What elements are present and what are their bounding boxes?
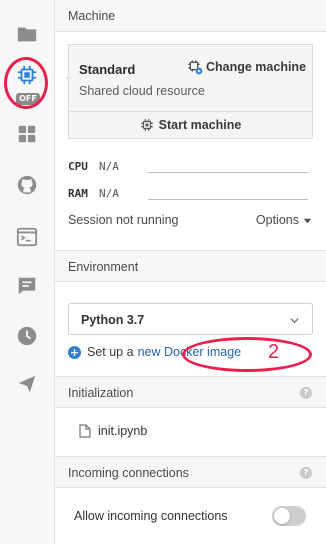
init-file-name: init.ipynb (98, 424, 148, 438)
environment-selected: Python 3.7 (81, 313, 145, 327)
options-label: Options (255, 213, 299, 227)
options-dropdown[interactable]: Options (256, 213, 312, 227)
init-file-item[interactable]: init.ipynb (79, 424, 147, 438)
change-machine-button[interactable]: Change machine (187, 57, 306, 77)
machine-panel: Machine Standard Shared cloud resource C… (55, 0, 326, 544)
send-icon (18, 375, 36, 393)
cpu-meter (148, 172, 308, 173)
github-rail-button[interactable] (0, 165, 54, 205)
github-icon (17, 175, 37, 195)
clock-icon (17, 326, 37, 346)
apps-rail-button[interactable] (0, 114, 54, 154)
allow-incoming-toggle[interactable] (272, 506, 306, 526)
toggle-knob (274, 508, 290, 524)
machine-type: Standard (79, 62, 136, 77)
cpu-value: N/A (99, 160, 119, 173)
activity-rail: OFF (0, 0, 55, 544)
help-icon[interactable]: ? (300, 467, 312, 479)
change-machine-icon (188, 60, 203, 75)
publish-rail-button[interactable] (0, 364, 54, 404)
environment-select[interactable]: Python 3.7 (68, 303, 313, 335)
annotation-circle-1 (4, 57, 48, 109)
plus-circle-icon[interactable]: + (68, 345, 81, 359)
session-status: Session not running (68, 213, 179, 227)
allow-incoming-label: Allow incoming connections (74, 509, 228, 523)
start-machine-button[interactable]: Start machine (69, 112, 312, 138)
file-icon (79, 424, 91, 438)
initialization-title: Initialization (68, 386, 134, 400)
caret-down-icon (303, 218, 312, 223)
apps-grid-icon (18, 125, 36, 143)
annotation-circle-2 (182, 337, 312, 372)
machine-header: Machine (55, 0, 326, 32)
ram-value: N/A (99, 187, 119, 200)
ram-meter (148, 199, 308, 200)
chip-icon (140, 119, 153, 131)
initialization-header: Initialization ? (55, 376, 326, 408)
comments-rail-button[interactable] (0, 266, 54, 306)
chevron-down-icon (290, 318, 299, 324)
ram-label: RAM (68, 187, 88, 200)
incoming-connections-header: Incoming connections ? (55, 456, 326, 488)
change-machine-label: Change machine (206, 60, 307, 74)
start-machine-label: Start machine (158, 118, 242, 132)
help-icon[interactable]: ? (300, 387, 312, 399)
history-rail-button[interactable] (0, 316, 54, 356)
folder-icon (17, 27, 37, 42)
environment-header: Environment (55, 250, 326, 282)
incoming-connections-title: Incoming connections (68, 466, 189, 480)
comment-icon (18, 277, 36, 295)
machine-card: Standard Shared cloud resource Change ma… (68, 44, 313, 139)
files-rail-button[interactable] (0, 14, 54, 54)
terminal-rail-button[interactable] (0, 217, 54, 257)
terminal-icon (16, 227, 38, 247)
cpu-label: CPU (68, 160, 88, 173)
machine-description: Shared cloud resource (79, 84, 205, 98)
docker-setup-prefix: Set up a (87, 345, 134, 359)
annotation-number-2: 2 (268, 341, 280, 363)
